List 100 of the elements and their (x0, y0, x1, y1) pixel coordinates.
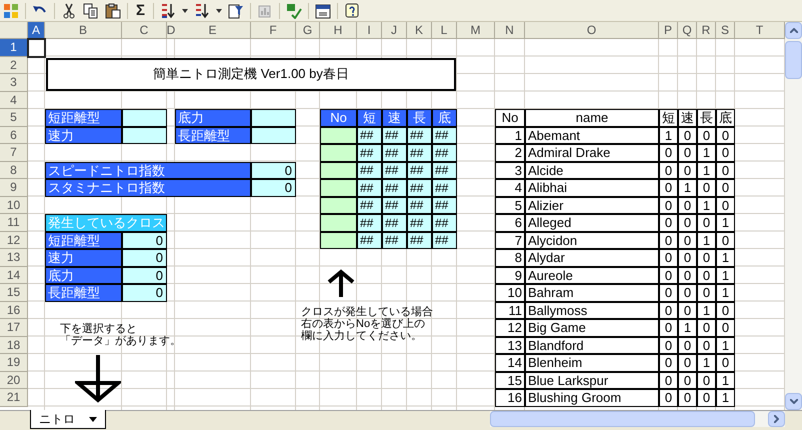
row-header[interactable]: 15 (0, 284, 28, 302)
column-header[interactable]: B (45, 22, 122, 39)
column-header[interactable]: I (357, 22, 382, 39)
column-header[interactable]: R (697, 22, 716, 39)
column-header[interactable]: M (457, 22, 495, 39)
instruction-note: 下を選択すると 「データ」があります。 (59, 322, 175, 349)
autosum-button[interactable]: Σ (134, 3, 148, 18)
column-header[interactable]: G (296, 22, 320, 39)
column-heading: 長 (407, 109, 432, 126)
number-input-field[interactable] (320, 214, 357, 232)
dropdown-caret-icon[interactable] (89, 416, 97, 422)
table-cell: 0 (716, 354, 735, 372)
column-header[interactable]: J (382, 22, 407, 39)
column-header[interactable]: O (525, 22, 659, 39)
scissors-icon[interactable] (61, 2, 77, 18)
row-header[interactable]: 18 (0, 336, 28, 354)
input-field[interactable] (122, 126, 167, 144)
scroll-up-button[interactable] (785, 22, 802, 39)
copy-icon[interactable] (83, 2, 99, 18)
table-cell: Alycidon (525, 232, 659, 249)
clipboard-icon[interactable] (105, 2, 121, 18)
caret-down-icon (790, 399, 798, 404)
cross-label: 短距離型 (45, 232, 122, 249)
table-cell: 12 (495, 319, 525, 336)
vertical-scrollbar[interactable] (785, 22, 802, 410)
column-header[interactable]: D (167, 22, 175, 39)
row-header[interactable]: 16 (0, 302, 28, 319)
row-header[interactable]: 21 (0, 389, 28, 406)
row-header[interactable]: 13 (0, 249, 28, 266)
table-cell: Big Game (525, 319, 659, 336)
table-cell: 8 (495, 249, 525, 266)
column-header[interactable]: A (28, 22, 45, 39)
row-header[interactable]: 1 (0, 39, 28, 56)
row-header[interactable]: 4 (0, 92, 28, 109)
column-header[interactable]: P (659, 22, 678, 39)
table-cell: 0 (659, 179, 678, 196)
row-header[interactable]: 8 (0, 162, 28, 179)
row-header[interactable]: 19 (0, 354, 28, 372)
number-input-field[interactable] (320, 196, 357, 214)
row-header[interactable]: 3 (0, 74, 28, 92)
column-header[interactable]: C (122, 22, 167, 39)
row-header[interactable]: 9 (0, 179, 28, 196)
column-header[interactable]: S (716, 22, 735, 39)
row-header[interactable]: 7 (0, 144, 28, 162)
table-cell: 0 (697, 126, 716, 144)
window-icon[interactable] (315, 2, 332, 18)
table-cell: 1 (716, 214, 735, 232)
help-icon[interactable] (344, 2, 360, 18)
table-cell: Aureole (525, 266, 659, 284)
sort-ascending-icon[interactable] (160, 2, 176, 18)
sheet-tab[interactable]: ニトロ (30, 410, 106, 429)
table-cell: 0 (678, 389, 697, 406)
column-header[interactable]: L (432, 22, 457, 39)
column-header[interactable]: K (407, 22, 432, 39)
table-cell: Bahram (525, 284, 659, 302)
column-header[interactable]: E (175, 22, 251, 39)
column-header[interactable]: Q (678, 22, 697, 39)
scroll-thumb[interactable] (785, 41, 802, 79)
row-header[interactable]: 14 (0, 266, 28, 284)
input-field[interactable] (251, 109, 296, 126)
number-input-field[interactable] (320, 232, 357, 249)
sort-descending-icon[interactable] (194, 2, 210, 18)
table-cell: ## (407, 162, 432, 179)
row-header[interactable]: 5 (0, 109, 28, 126)
column-header[interactable]: T (735, 22, 785, 39)
table-cell: 0 (697, 389, 716, 406)
column-header[interactable]: N (495, 22, 525, 39)
number-input-field[interactable] (320, 126, 357, 144)
table-cell: ## (432, 232, 457, 249)
row-header[interactable]: 2 (0, 56, 28, 74)
scroll-right-button[interactable] (768, 411, 785, 427)
filter-icon[interactable] (228, 2, 244, 18)
row-header[interactable]: 12 (0, 232, 28, 249)
table-cell: ## (407, 144, 432, 162)
row-header[interactable]: 20 (0, 372, 28, 389)
table-cell: 0 (697, 266, 716, 284)
row-header[interactable]: 6 (0, 126, 28, 144)
row-header[interactable]: 17 (0, 319, 28, 336)
column-header[interactable]: H (320, 22, 357, 39)
table-cell: ## (357, 232, 382, 249)
spellcheck-icon[interactable] (286, 2, 302, 18)
table-cell: 0 (678, 372, 697, 389)
column-header[interactable]: F (251, 22, 296, 39)
number-input-field[interactable] (320, 144, 357, 162)
row-header[interactable]: 11 (0, 214, 28, 232)
table-cell: 16 (495, 389, 525, 406)
table-cell: 0 (678, 196, 697, 214)
table-cell: ## (382, 196, 407, 214)
table-cell: 9 (495, 266, 525, 284)
number-input-field[interactable] (320, 162, 357, 179)
office-logo-icon[interactable] (3, 2, 19, 18)
number-input-field[interactable] (320, 179, 357, 196)
scroll-down-button[interactable] (785, 393, 802, 410)
active-cell[interactable] (27, 38, 46, 58)
row-header[interactable]: 10 (0, 196, 28, 214)
input-field[interactable] (251, 126, 296, 144)
input-field[interactable] (122, 109, 167, 126)
table-cell: 0 (678, 126, 697, 144)
table-cell: ## (382, 232, 407, 249)
table-cell: 0 (659, 389, 678, 406)
